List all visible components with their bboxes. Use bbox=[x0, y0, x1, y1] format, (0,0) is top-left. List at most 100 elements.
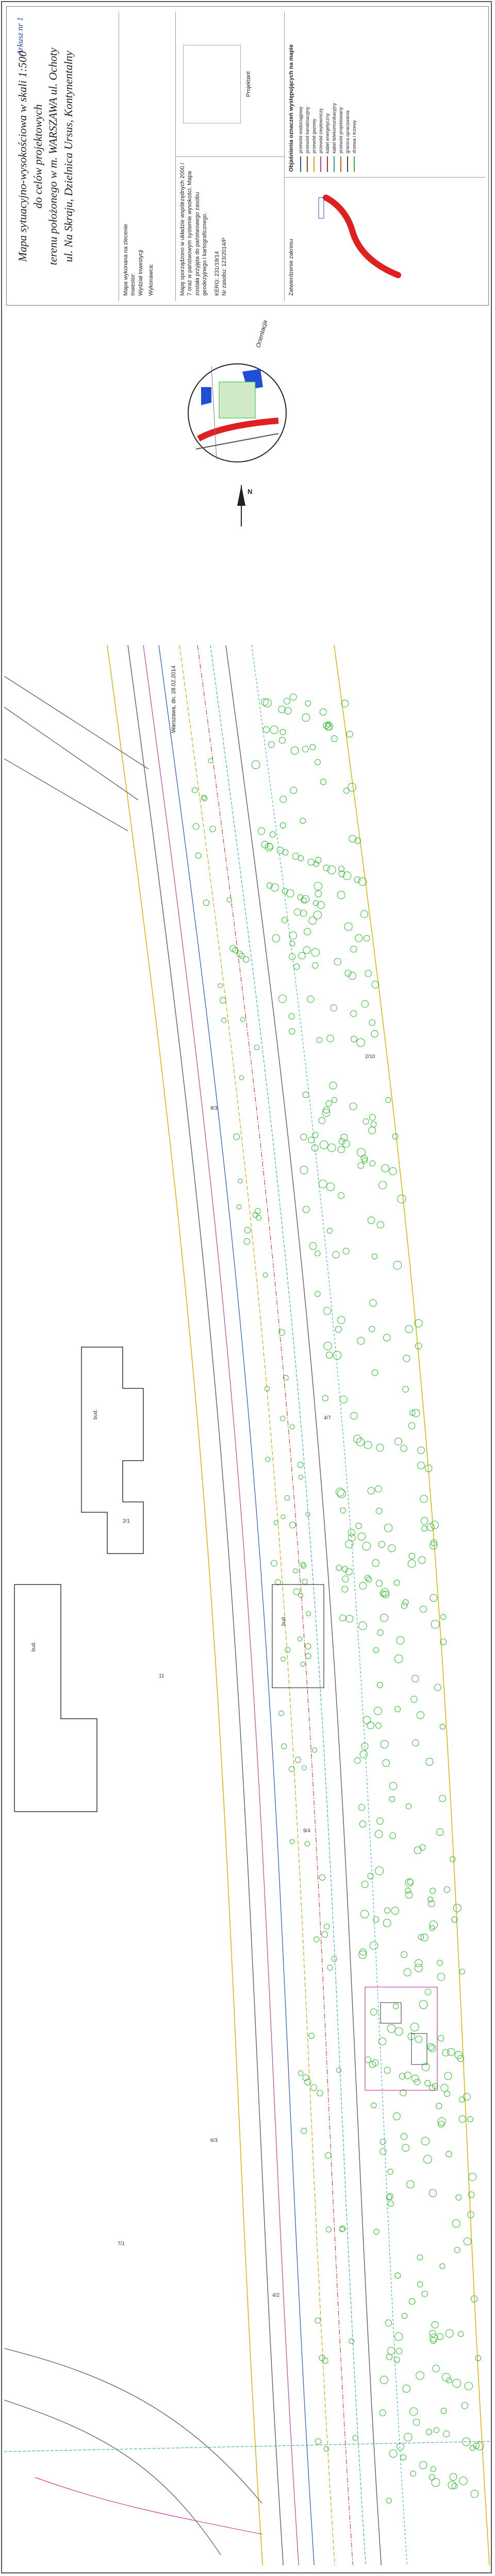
legend-swatch bbox=[307, 156, 308, 172]
tree-icon bbox=[442, 2049, 450, 2057]
tree-icon bbox=[384, 2067, 391, 2074]
tree-icon bbox=[426, 2428, 433, 2436]
tree-icon bbox=[412, 1409, 420, 1417]
tree-icon bbox=[394, 2273, 401, 2279]
parcel-label: 6/3 bbox=[210, 2138, 218, 2143]
tree-icon bbox=[278, 1710, 284, 1716]
tree-icon bbox=[290, 693, 297, 701]
tree-icon bbox=[389, 1167, 397, 1175]
tree-icon bbox=[281, 1743, 287, 1750]
tree-icon bbox=[406, 2180, 415, 2189]
title-line: terenu położonego w m. WARSZAWA ul. Ocho… bbox=[46, 47, 60, 265]
gas-pipe bbox=[179, 645, 335, 2566]
tree-icon bbox=[298, 855, 304, 861]
tree-icon bbox=[380, 2376, 388, 2384]
tree-icon bbox=[377, 1629, 384, 1636]
tree-icon bbox=[378, 2037, 387, 2045]
tree-icon bbox=[443, 2430, 450, 2438]
legend-label: przewód projektowany bbox=[338, 107, 344, 153]
tree-icon bbox=[439, 2263, 446, 2269]
tree-icon bbox=[417, 2254, 423, 2261]
tree-icon bbox=[202, 795, 208, 802]
tree-icon bbox=[297, 1636, 303, 1642]
tree-icon bbox=[459, 2476, 468, 2485]
tree-icon bbox=[409, 2298, 416, 2305]
tree-icon bbox=[367, 1217, 375, 1224]
tree-icon bbox=[305, 1512, 310, 1517]
tree-icon bbox=[265, 843, 273, 852]
tree-icon bbox=[310, 2084, 317, 2091]
tree-icon bbox=[325, 2152, 332, 2159]
tree-icon bbox=[301, 2127, 307, 2134]
tree-icon bbox=[257, 827, 266, 835]
legend-swatch bbox=[340, 156, 342, 172]
tree-icon bbox=[376, 1682, 383, 1688]
tree-icon bbox=[410, 2471, 416, 2477]
tree-icon bbox=[467, 2116, 473, 2122]
telecom-cable bbox=[210, 645, 366, 2566]
tree-icon bbox=[365, 1575, 371, 1581]
tree-icon bbox=[361, 1000, 369, 1008]
tree-icon bbox=[411, 2074, 419, 2082]
certification-text: Mapę sporządzono w układzie współrzędnyc… bbox=[179, 163, 208, 296]
client-line: Wydział Inwestycji bbox=[137, 249, 144, 296]
tree-icon bbox=[409, 2407, 418, 2416]
client-line: Inwestor: bbox=[130, 273, 137, 296]
tree-icon bbox=[437, 2117, 446, 2126]
tree-icon bbox=[349, 1102, 357, 1110]
tree-icon bbox=[313, 910, 322, 920]
water-body bbox=[201, 387, 211, 405]
tree-icon bbox=[282, 849, 289, 856]
tree-icon bbox=[340, 1507, 346, 1513]
tree-icon bbox=[300, 1661, 305, 1667]
tree-icon bbox=[317, 901, 325, 909]
tree-icon bbox=[325, 2227, 332, 2233]
parcel-label: 11 bbox=[159, 1673, 164, 1679]
tree-icon bbox=[323, 2446, 329, 2452]
tree-icon bbox=[364, 2056, 372, 2063]
title-block-rotated: Arkusz nr 1 Mapa sytuacyjno-wysokościowa… bbox=[11, 12, 486, 301]
tree-icon bbox=[341, 1586, 349, 1593]
project-route-sketch bbox=[323, 195, 402, 278]
tree-icon bbox=[302, 1765, 307, 1771]
tree-icon bbox=[358, 1621, 367, 1630]
building-label: bud. bbox=[281, 1616, 287, 1626]
tree-icon bbox=[319, 708, 327, 716]
tree-icon bbox=[263, 726, 270, 733]
client-box: Mapa wykonana na zlecenie Inwestor: Wydz… bbox=[119, 12, 176, 301]
tree-icon bbox=[393, 1260, 402, 1270]
legend-label: przewód kanalizacyjny bbox=[305, 106, 310, 153]
tree-icon bbox=[371, 1030, 378, 1038]
tree-icon bbox=[353, 1435, 361, 1443]
tree-icon bbox=[356, 1437, 365, 1446]
tree-icon bbox=[396, 1636, 405, 1645]
tree-icon bbox=[372, 1559, 380, 1567]
tree-icon bbox=[402, 2313, 408, 2319]
tree-icon bbox=[371, 1253, 378, 1259]
tree-icon bbox=[306, 1611, 311, 1617]
tree-icon bbox=[318, 1117, 325, 1124]
title-block: Arkusz nr 1 Mapa sytuacyjno-wysokościowa… bbox=[6, 6, 489, 306]
tree-icon bbox=[325, 1351, 333, 1359]
tree-icon bbox=[243, 956, 250, 963]
tree-icon bbox=[386, 2354, 393, 2360]
tree-icon bbox=[393, 2003, 399, 2009]
tree-icon bbox=[420, 1517, 428, 1525]
tree-icon bbox=[433, 2427, 439, 2433]
tree-icon bbox=[454, 2247, 460, 2253]
tree-icon bbox=[303, 1206, 310, 1213]
tree-icon bbox=[369, 1160, 376, 1166]
tree-icon bbox=[314, 882, 322, 891]
tree-icon bbox=[352, 2435, 358, 2441]
tree-icon bbox=[284, 707, 292, 715]
tree-icon bbox=[431, 2478, 440, 2487]
tree-icon bbox=[348, 1533, 356, 1542]
tree-icon bbox=[324, 1924, 330, 1930]
tree-icon bbox=[458, 2115, 466, 2123]
tree-icon bbox=[333, 1351, 342, 1360]
tree-icon bbox=[380, 1740, 389, 1749]
tree-icon bbox=[439, 1723, 446, 1730]
tree-icon bbox=[431, 1620, 440, 1629]
tree-icon bbox=[339, 1614, 346, 1622]
building-label: bud. bbox=[93, 1410, 98, 1419]
